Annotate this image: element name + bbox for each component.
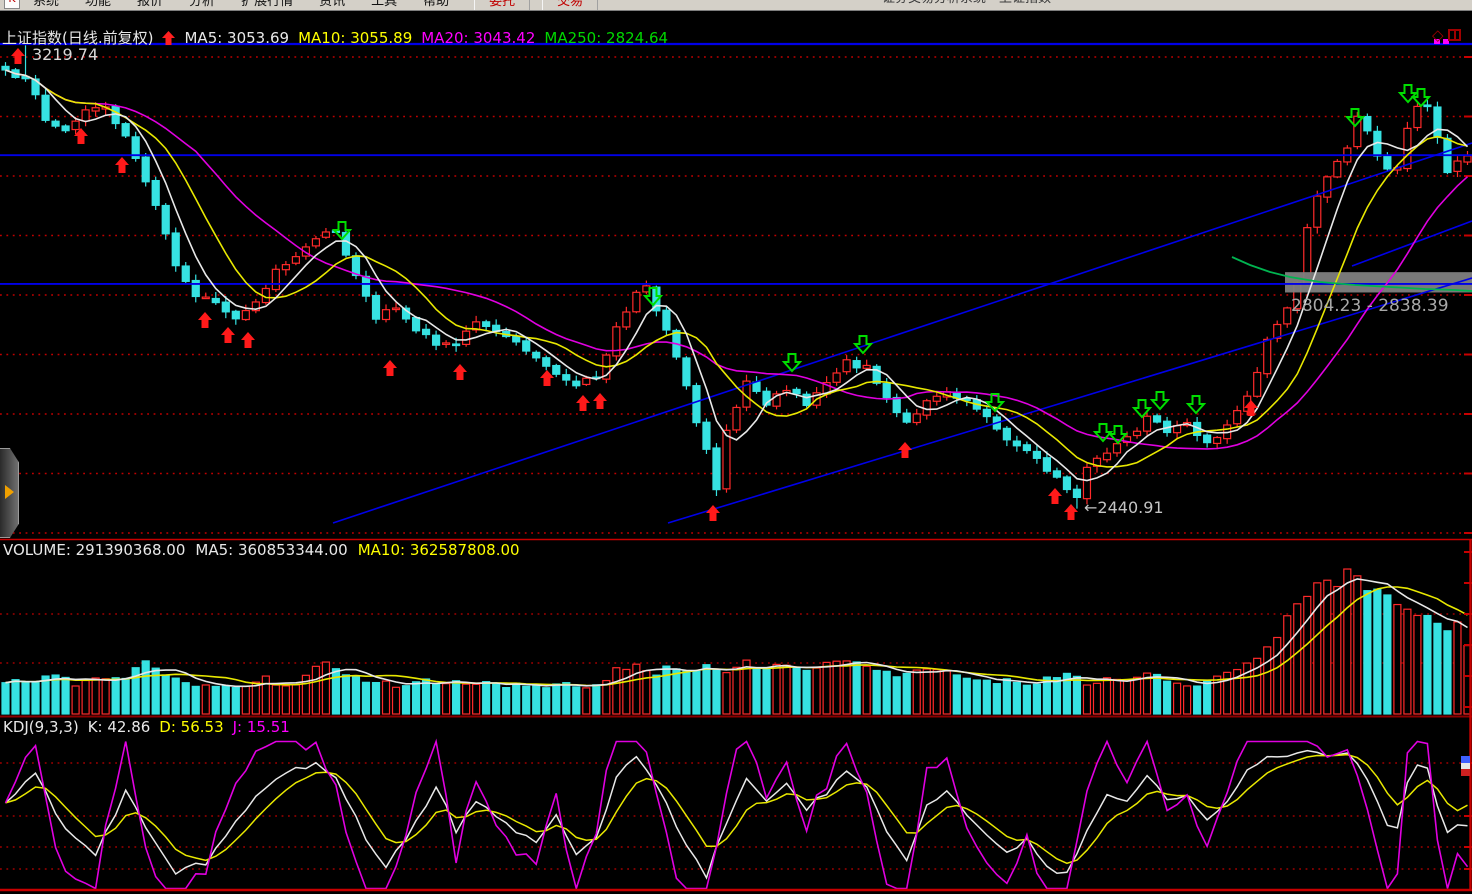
volume-ma5-value: MA5: 360853344.00: [195, 541, 347, 559]
ma250-value: MA250: 2824.64: [544, 29, 668, 47]
menu-item-6[interactable]: 资讯: [306, 0, 358, 9]
app-icon[interactable]: K: [4, 0, 20, 9]
kdj-d-value: D: 56.53: [159, 718, 223, 736]
menu-row: K 系统功能报价分析扩展行情资讯工具帮助 委托 交易: [0, 0, 598, 11]
menu-item-4[interactable]: 分析: [176, 0, 228, 9]
buy-signal-icon: [241, 332, 255, 348]
main-gridlines: [0, 57, 1472, 533]
menu-button-2[interactable]: 交易: [542, 0, 598, 11]
volume-value: VOLUME: 291390368.00: [3, 541, 185, 559]
buy-signal-icon: [1048, 488, 1062, 504]
kdj-k-value: K: 42.86: [88, 718, 151, 736]
sell-signal-icon: [1188, 396, 1204, 413]
sell-signal-icon: [1152, 392, 1168, 409]
buy-signal-icon: [383, 360, 397, 376]
sell-signal-icon: [1400, 85, 1416, 102]
buy-signal-icon: [198, 312, 212, 328]
peak-price-label: 3219.74: [32, 45, 98, 64]
gap-range-label: 2804.23 - 2838.39: [1291, 296, 1449, 316]
trading-app-window: K 系统功能报价分析扩展行情资讯工具帮助 委托 交易 证券交易分析系统 - 上证指数…: [0, 0, 1472, 894]
window-split-icon[interactable]: [1448, 29, 1461, 41]
volume-pane-header: VOLUME: 291390368.00 MA5: 360853344.00 M…: [3, 541, 520, 559]
menu-item-5[interactable]: 扩展行情: [228, 0, 306, 9]
kdj-pane-header: KDJ(9,3,3) K: 42.86 D: 56.53 J: 15.51: [3, 718, 290, 736]
menu-item-1[interactable]: 系统: [20, 0, 72, 9]
buy-signal-icon: [115, 157, 129, 173]
sell-signal-icon: [1413, 89, 1429, 106]
pane-borders: [0, 540, 1472, 891]
menu-bar: K 系统功能报价分析扩展行情资讯工具帮助 委托 交易 证券交易分析系统 - 上证指数: [0, 0, 1472, 11]
menu-item-3[interactable]: 报价: [124, 0, 176, 9]
volume-ma10-value: MA10: 362587808.00: [358, 541, 520, 559]
menu-item-7[interactable]: 工具: [358, 0, 410, 9]
sell-signal-icon: [855, 336, 871, 353]
buy-signal-icon: [593, 393, 607, 409]
menu-button-1[interactable]: 委托: [474, 0, 530, 11]
buy-signal-icon: [1064, 504, 1078, 520]
up-arrow-icon: [162, 31, 175, 45]
buy-signal-icon: [453, 364, 467, 380]
buy-signal-icon: [576, 395, 590, 411]
ma5-value: MA5: 3053.69: [184, 29, 289, 47]
diamond-marker-icon[interactable]: ◇: [1432, 28, 1444, 42]
pane-corner-icons: ◇: [1432, 28, 1461, 42]
menu-right-title: 证券交易分析系统 - 上证指数: [882, 0, 1051, 11]
menu-item-2[interactable]: 功能: [72, 0, 124, 9]
sidebar-expand-handle[interactable]: [0, 448, 19, 538]
buy-signal-icon: [11, 48, 25, 64]
buy-signal-icon: [540, 370, 554, 386]
buy-signal-icon: [221, 327, 235, 343]
expand-arrow-icon: [5, 485, 14, 499]
low-price-label: ←2440.91: [1084, 498, 1164, 517]
ma10-value: MA10: 3055.89: [298, 29, 412, 47]
price-chart-canvas[interactable]: [0, 0, 1472, 894]
main-chart-header: 上证指数(日线.前复权) MA5: 3053.69 MA10: 3055.89 …: [2, 27, 668, 48]
kdj-scroll-flag: [1461, 756, 1470, 776]
kdj-j-value: J: 15.51: [233, 718, 290, 736]
buy-signal-icon: [898, 442, 912, 458]
volume-bars: [2, 569, 1471, 714]
volume-gridlines: [0, 614, 1465, 663]
ma20-value: MA20: 3043.42: [421, 29, 535, 47]
kdj-name: KDJ(9,3,3): [3, 718, 79, 736]
menu-item-8[interactable]: 帮助: [410, 0, 462, 9]
